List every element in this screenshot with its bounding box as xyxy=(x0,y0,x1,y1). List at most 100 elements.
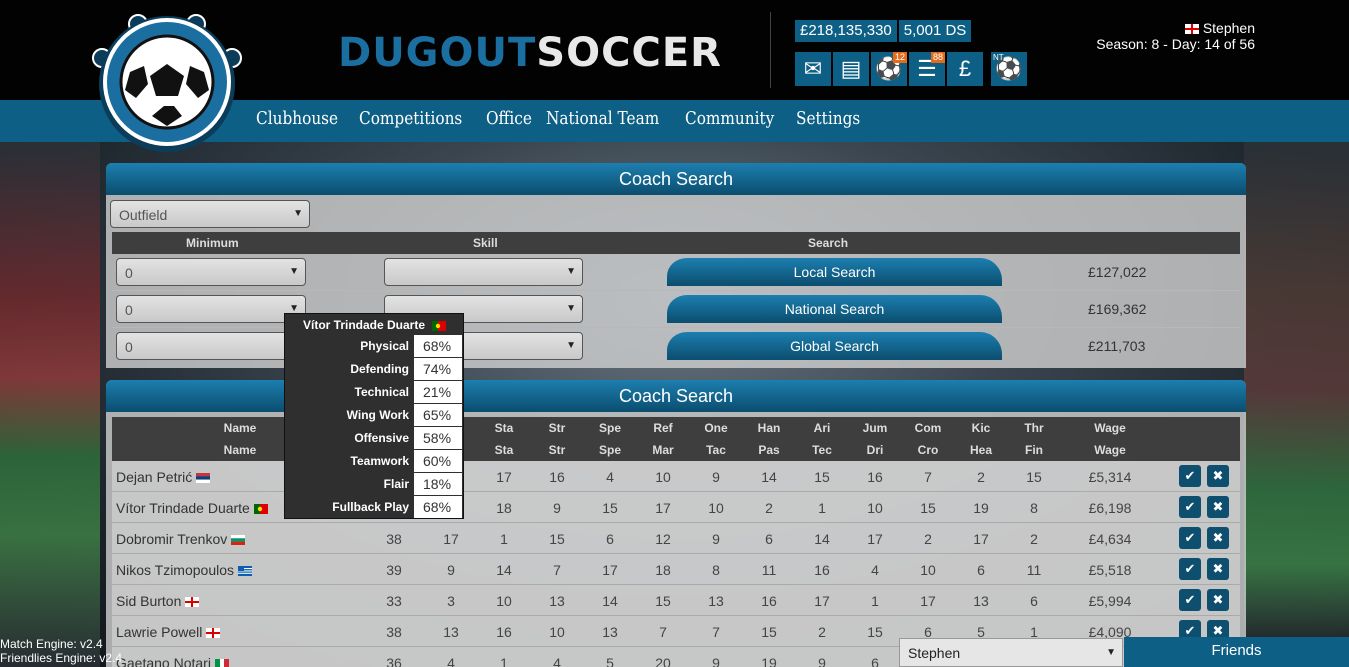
national-team-icon[interactable]: NT ⚽ xyxy=(991,52,1027,86)
cell-value: 1 xyxy=(818,500,826,516)
reject-close-icon[interactable]: ✖ xyxy=(1207,558,1229,580)
column-header[interactable]: Fin xyxy=(1014,443,1054,457)
column-header[interactable]: Han xyxy=(749,421,789,435)
column-header[interactable]: One xyxy=(696,421,736,435)
national-search-button[interactable]: National Search xyxy=(667,295,1002,323)
user-info: Stephen Season: 8 - Day: 14 of 56 xyxy=(1096,20,1255,52)
global-search-button[interactable]: Global Search xyxy=(667,332,1002,360)
coach-name[interactable]: Lawrie Powell xyxy=(116,624,221,640)
column-header[interactable]: Pas xyxy=(749,443,789,457)
column-header[interactable]: Str xyxy=(537,443,577,457)
england-flag-icon xyxy=(185,597,200,608)
cell-value: 14 xyxy=(602,593,618,609)
column-header[interactable]: Tec xyxy=(802,443,842,457)
cell-value: 2 xyxy=(1030,531,1038,547)
column-header[interactable]: Hea xyxy=(961,443,1001,457)
cell-value: 15 xyxy=(867,624,883,640)
column-header[interactable]: Mar xyxy=(643,443,683,457)
column-header[interactable]: Ari xyxy=(802,421,842,435)
minimum-select[interactable]: 0▼ xyxy=(116,258,306,286)
cell-value: 13 xyxy=(602,624,618,640)
cell-value: 15 xyxy=(549,531,565,547)
local-search-button[interactable]: Local Search xyxy=(667,258,1002,286)
table-row[interactable]: Dejan Petrić 17 16 4 10 9 14 15 16 7 2 15 £5,314 ✔ ✖ xyxy=(112,461,1240,492)
reject-close-icon[interactable]: ✖ xyxy=(1207,589,1229,611)
table-row[interactable]: Nikos Tzimopoulos 39 9 14 7 17 18 8 11 16 4 10 6 11 £5… xyxy=(112,554,1240,585)
table-row[interactable]: Vítor Trindade Duarte 18 9 15 17 10 2 1 10 15 19 8 £… xyxy=(112,492,1240,523)
list-icon[interactable]: ☰ 88 xyxy=(909,52,945,86)
column-header[interactable]: Dri xyxy=(855,443,895,457)
coach-name[interactable]: Sid Burton xyxy=(116,593,200,609)
cell-value: 6 xyxy=(765,531,773,547)
user-name[interactable]: Stephen xyxy=(1203,20,1255,36)
nav-office[interactable]: Office xyxy=(486,108,532,129)
column-header[interactable]: Sta xyxy=(484,421,524,435)
tooltip-label: Physical xyxy=(360,339,409,353)
table-row[interactable]: Dobromir Trenkov 38 17 1 15 6 12 9 6 14 17 2 17 2 £4,6… xyxy=(112,523,1240,554)
cell-value: 15 xyxy=(1026,469,1042,485)
nav-clubhouse[interactable]: Clubhouse xyxy=(256,108,338,129)
cell-value: 17 xyxy=(973,531,989,547)
hire-check-icon[interactable]: ✔ xyxy=(1179,589,1201,611)
coach-type-select[interactable]: Outfield ▼ xyxy=(110,200,310,228)
column-header[interactable]: Sta xyxy=(484,443,524,457)
cell-value: 16 xyxy=(549,469,565,485)
serbia-flag-icon xyxy=(196,473,211,484)
column-header[interactable]: Ref xyxy=(643,421,683,435)
cell-value: 7 xyxy=(659,624,667,640)
tooltip-label: Defending xyxy=(350,362,409,376)
cell-value: 2 xyxy=(924,531,932,547)
user-select[interactable]: Stephen ▼ xyxy=(899,638,1123,667)
column-header[interactable]: Kic xyxy=(961,421,1001,435)
club-logo[interactable] xyxy=(92,6,242,156)
column-header[interactable]: Name xyxy=(220,421,260,435)
cell-value: 4 xyxy=(553,655,561,667)
nav-competitions[interactable]: Competitions xyxy=(359,108,462,129)
header-row-1: Name Sta Str Spe Ref One Han Ari Jum Com Kic Thr Wag… xyxy=(112,417,1240,439)
column-header[interactable]: Tac xyxy=(696,443,736,457)
tooltip-row: Flair 18% xyxy=(285,473,463,496)
cell-value: 14 xyxy=(814,531,830,547)
friends-button[interactable]: Friends xyxy=(1124,637,1349,667)
col-search: Search xyxy=(808,236,849,250)
column-header[interactable]: Wage xyxy=(1090,421,1130,435)
column-header[interactable]: Thr xyxy=(1014,421,1054,435)
table-row[interactable]: Sid Burton 33 3 10 13 14 15 13 16 17 1 17 13 6 £5,994 ✔… xyxy=(112,585,1240,616)
coach-name[interactable]: Gaetano Notari xyxy=(116,655,229,667)
column-header[interactable]: Str xyxy=(537,421,577,435)
column-header[interactable]: Spe xyxy=(590,443,630,457)
news-icon[interactable]: ▤ xyxy=(833,52,869,86)
column-header[interactable]: Name xyxy=(220,443,260,457)
hire-check-icon[interactable]: ✔ xyxy=(1179,527,1201,549)
finance-icon[interactable]: £ xyxy=(947,52,983,86)
nav-settings[interactable]: Settings xyxy=(796,108,860,129)
hire-check-icon[interactable]: ✔ xyxy=(1179,465,1201,487)
nav-national-team[interactable]: National Team xyxy=(546,108,659,129)
tooltip-value: 65% xyxy=(414,404,462,426)
italy-flag-icon xyxy=(214,659,229,667)
reject-close-icon[interactable]: ✖ xyxy=(1207,496,1229,518)
cell-value: 16 xyxy=(867,469,883,485)
column-header[interactable]: Wage xyxy=(1090,443,1130,457)
cell-value: 9 xyxy=(553,500,561,516)
coach-name[interactable]: Vítor Trindade Duarte xyxy=(116,500,268,516)
minimum-select[interactable]: 0▼ xyxy=(116,332,306,360)
coach-name[interactable]: Dejan Petrić xyxy=(116,469,211,485)
hire-check-icon[interactable]: ✔ xyxy=(1179,558,1201,580)
match-ball-icon[interactable]: ⚽ 12 xyxy=(871,52,907,86)
column-header[interactable]: Spe xyxy=(590,421,630,435)
nav-community[interactable]: Community xyxy=(685,108,774,129)
column-header[interactable]: Jum xyxy=(855,421,895,435)
mail-icon[interactable]: ✉ xyxy=(795,52,831,86)
reject-close-icon[interactable]: ✖ xyxy=(1207,465,1229,487)
coach-name[interactable]: Nikos Tzimopoulos xyxy=(116,562,253,578)
hire-check-icon[interactable]: ✔ xyxy=(1179,496,1201,518)
skill-select[interactable]: ▼ xyxy=(384,258,583,286)
column-header[interactable]: Cro xyxy=(908,443,948,457)
minimum-select[interactable]: 0▼ xyxy=(116,295,306,323)
reject-close-icon[interactable]: ✖ xyxy=(1207,527,1229,549)
coach-name[interactable]: Dobromir Trenkov xyxy=(116,531,246,547)
column-header[interactable]: Com xyxy=(908,421,948,435)
cell-value: 11 xyxy=(761,562,777,578)
cell-value: 10 xyxy=(655,469,671,485)
